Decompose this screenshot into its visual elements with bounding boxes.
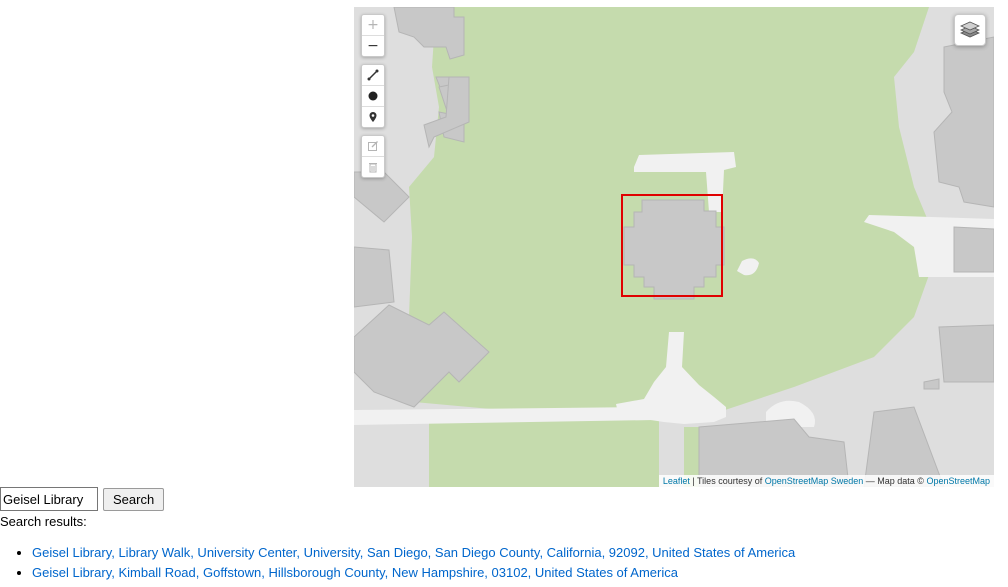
results-list: Geisel Library, Library Walk, University…: [0, 543, 795, 583]
marker-icon[interactable]: [362, 107, 384, 127]
attribution-middle-text: — Map data ©: [863, 476, 927, 486]
leaflet-link[interactable]: Leaflet: [663, 476, 690, 486]
search-button[interactable]: Search: [103, 488, 165, 511]
layers-icon[interactable]: [954, 14, 986, 46]
circle-icon[interactable]: [362, 86, 384, 107]
osm-link[interactable]: OpenStreetMap: [926, 476, 990, 486]
results-label: Search results:: [0, 514, 87, 529]
zoom-in-button[interactable]: +: [362, 15, 384, 36]
attribution-text: | Tiles courtesy of: [689, 476, 765, 486]
osm-sweden-link[interactable]: OpenStreetMap Sweden: [765, 476, 864, 486]
polyline-icon[interactable]: [362, 65, 384, 86]
edit-toolbar: [361, 135, 385, 178]
list-item: Geisel Library, Library Walk, University…: [32, 543, 795, 563]
search-input[interactable]: [0, 487, 98, 511]
map-view[interactable]: + − Leaflet | Tiles courtesy of OpenStre…: [354, 7, 994, 487]
draw-toolbar: [361, 64, 385, 128]
zoom-control: + −: [361, 14, 385, 57]
highlight-box: [621, 194, 723, 297]
list-item: Geisel Library, Kimball Road, Goffstown,…: [32, 563, 795, 583]
edit-icon[interactable]: [362, 136, 384, 157]
zoom-out-button[interactable]: −: [362, 36, 384, 56]
trash-icon[interactable]: [362, 157, 384, 177]
result-link[interactable]: Geisel Library, Library Walk, University…: [32, 545, 795, 560]
result-link[interactable]: Geisel Library, Kimball Road, Goffstown,…: [32, 565, 678, 580]
park-area-south: [429, 420, 659, 487]
map-attribution: Leaflet | Tiles courtesy of OpenStreetMa…: [658, 475, 994, 487]
